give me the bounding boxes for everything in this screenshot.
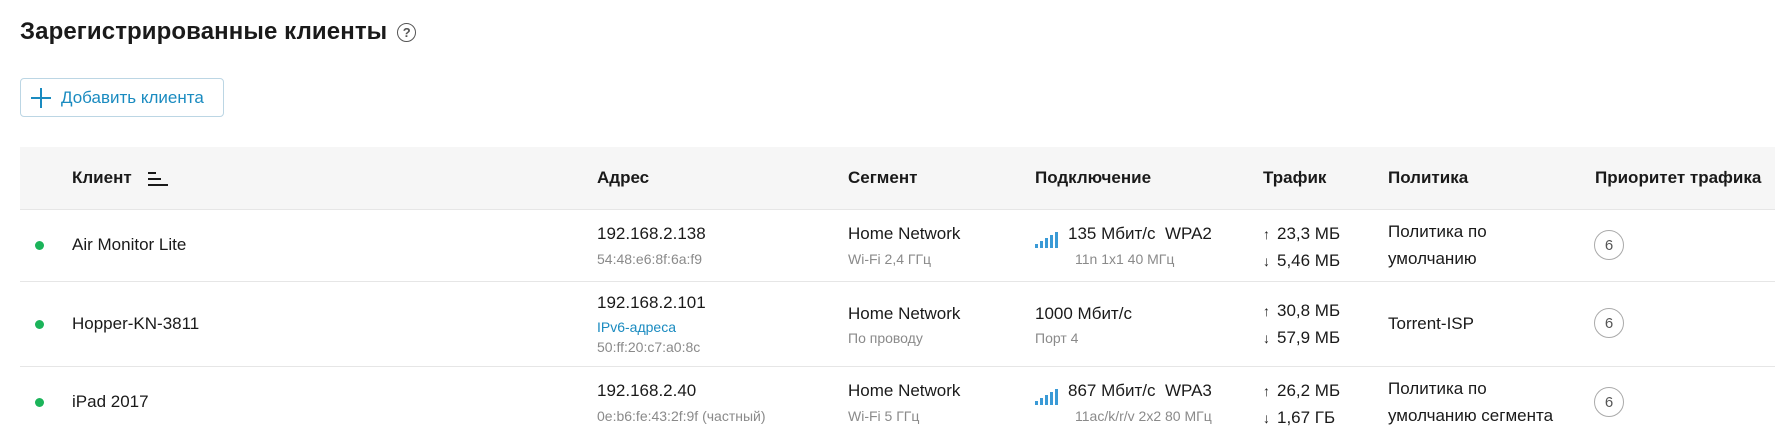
traffic-up: ↑ 30,8 МБ	[1263, 301, 1340, 321]
segment-sub: Wi-Fi 5 ГГц	[848, 408, 920, 424]
traffic-up-value: 30,8 МБ	[1277, 301, 1341, 320]
client-mac: 0e:b6:fe:43:2f:9f (частный)	[597, 408, 766, 424]
arrow-up-icon: ↑	[1263, 303, 1270, 319]
segment-name: Home Network	[848, 381, 961, 400]
table-row[interactable]: Air Monitor Lite 192.168.2.138 54:48:e6:…	[20, 210, 1775, 282]
traffic-up-value: 26,2 МБ	[1277, 381, 1341, 400]
page-header: Зарегистрированные клиенты ?	[20, 18, 417, 46]
page-title: Зарегистрированные клиенты	[20, 18, 388, 45]
sort-icon[interactable]	[148, 171, 169, 186]
client-ip: 192.168.2.40	[597, 381, 697, 400]
segment-sub: Wi-Fi 2,4 ГГц	[848, 251, 932, 267]
column-client-label: Клиент	[72, 168, 132, 187]
segment-name: Home Network	[848, 304, 961, 323]
table-row[interactable]: Hopper-KN-3811 192.168.2.101 IPv6-адреса…	[20, 282, 1775, 367]
client-name[interactable]: Hopper-KN-3811	[72, 314, 199, 334]
arrow-down-icon: ↓	[1263, 410, 1270, 426]
question-circle-icon[interactable]: ?	[397, 22, 417, 42]
connection-speed: 867 Мбит/с WPA3	[1035, 381, 1212, 405]
security-value: WPA3	[1164, 381, 1212, 400]
traffic-down-value: 1,67 ГБ	[1277, 408, 1336, 427]
traffic-down-value: 5,46 МБ	[1277, 251, 1341, 270]
column-policy[interactable]: Политика	[1388, 168, 1468, 188]
segment-name: Home Network	[848, 224, 961, 243]
column-connection[interactable]: Подключение	[1035, 168, 1151, 188]
policy-value: Torrent-ISP	[1388, 314, 1474, 333]
client-ip: 192.168.2.138	[597, 224, 706, 243]
traffic-down: ↓ 1,67 ГБ	[1263, 408, 1335, 428]
plus-icon	[31, 87, 51, 108]
connection-sub: 11ac/k/r/v 2x2 80 МГц	[1075, 408, 1212, 424]
connection-speed: 135 Мбит/с WPA2	[1035, 224, 1212, 248]
client-mac: 54:48:e6:8f:6a:f9	[597, 251, 703, 267]
policy-line2: умолчанию сегмента	[1388, 406, 1554, 425]
status-online-indicator	[35, 320, 44, 329]
arrow-down-icon: ↓	[1263, 253, 1270, 269]
connection-speed: 1000 Мбит/с	[1035, 304, 1132, 323]
speed-value: 867 Мбит/с	[1068, 381, 1156, 400]
priority-badge[interactable]: 6	[1594, 387, 1624, 417]
traffic-down-value: 57,9 МБ	[1277, 328, 1341, 347]
registered-clients-page: Зарегистрированные клиенты ? Добавить кл…	[0, 0, 1780, 431]
security-value: WPA2	[1164, 224, 1212, 243]
arrow-down-icon: ↓	[1263, 330, 1270, 346]
wifi-signal-icon	[1035, 385, 1060, 405]
table-row[interactable]: iPad 2017 192.168.2.40 0e:b6:fe:43:2f:9f…	[20, 367, 1775, 437]
policy-line2: умолчанию	[1388, 249, 1477, 268]
segment-sub: По проводу	[848, 330, 923, 346]
column-address[interactable]: Адрес	[597, 168, 649, 188]
status-online-indicator	[35, 398, 44, 407]
traffic-up: ↑ 26,2 МБ	[1263, 381, 1340, 401]
client-name[interactable]: Air Monitor Lite	[72, 235, 186, 255]
client-name[interactable]: iPad 2017	[72, 392, 149, 412]
ipv6-addresses-link[interactable]: IPv6-адреса	[597, 319, 676, 335]
speed-value: 135 Мбит/с	[1068, 224, 1156, 243]
connection-sub: 11n 1x1 40 МГц	[1075, 251, 1175, 267]
priority-badge[interactable]: 6	[1594, 308, 1624, 338]
add-client-label: Добавить клиента	[61, 87, 204, 107]
client-mac: 50:ff:20:c7:a0:8c	[597, 339, 701, 355]
wifi-signal-icon	[1035, 228, 1060, 248]
policy-line1: Политика по	[1388, 379, 1487, 398]
column-client[interactable]: Клиент	[72, 168, 169, 188]
client-ip: 192.168.2.101	[597, 293, 706, 312]
clients-table: Клиент Адрес Сегмент Подключение Трафик …	[20, 147, 1775, 437]
status-online-indicator	[35, 241, 44, 250]
column-priority[interactable]: Приоритет трафика	[1595, 168, 1761, 188]
column-traffic[interactable]: Трафик	[1263, 168, 1326, 188]
table-header: Клиент Адрес Сегмент Подключение Трафик …	[20, 147, 1775, 210]
arrow-up-icon: ↑	[1263, 226, 1270, 242]
arrow-up-icon: ↑	[1263, 383, 1270, 399]
traffic-up-value: 23,3 МБ	[1277, 224, 1341, 243]
priority-badge[interactable]: 6	[1594, 230, 1624, 260]
traffic-down: ↓ 5,46 МБ	[1263, 251, 1340, 271]
traffic-down: ↓ 57,9 МБ	[1263, 328, 1340, 348]
connection-sub: Порт 4	[1035, 330, 1079, 346]
add-client-button[interactable]: Добавить клиента	[20, 78, 224, 117]
traffic-up: ↑ 23,3 МБ	[1263, 224, 1340, 244]
policy-line1: Политика по	[1388, 222, 1487, 241]
column-segment[interactable]: Сегмент	[848, 168, 917, 188]
